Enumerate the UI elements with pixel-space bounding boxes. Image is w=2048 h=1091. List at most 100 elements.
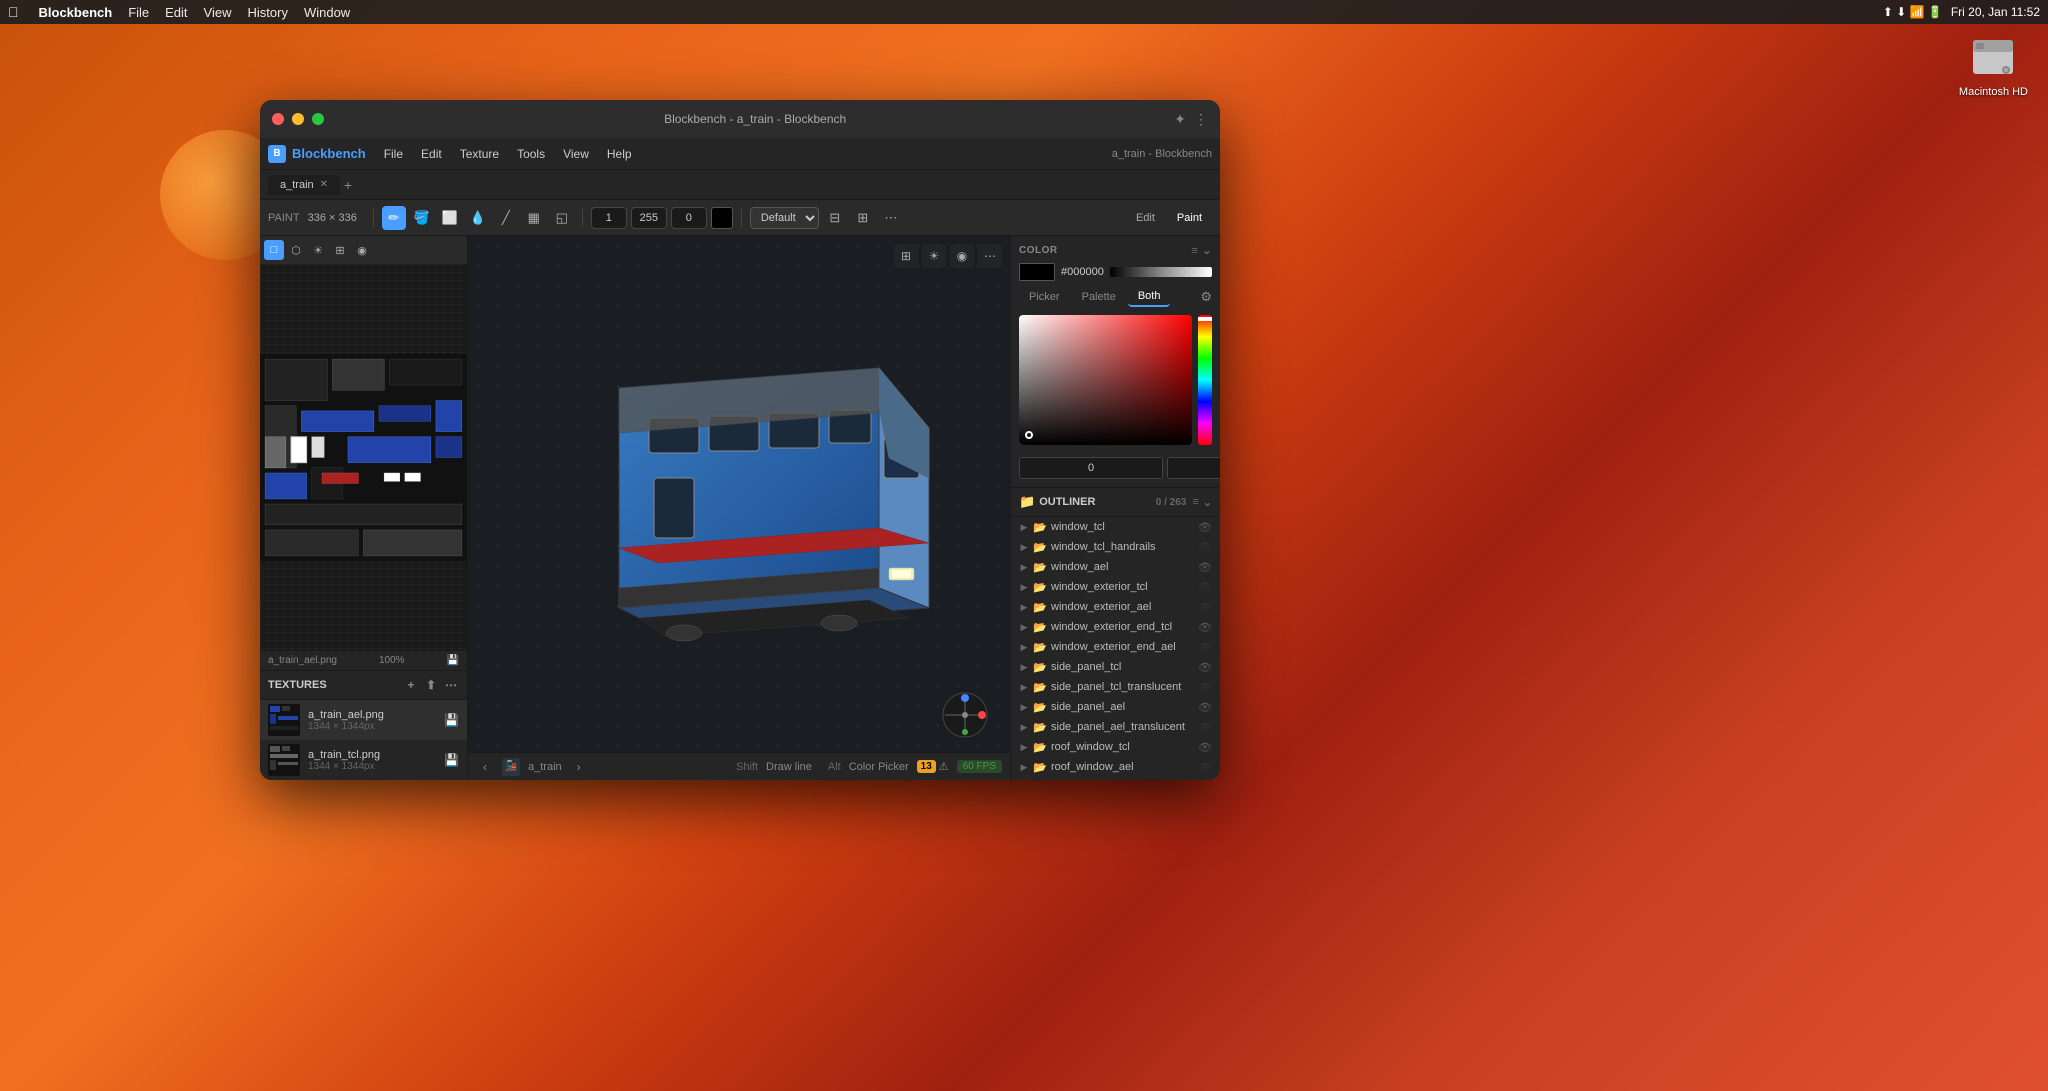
opacity-input[interactable]: 255 xyxy=(631,207,667,229)
texture-save-icon[interactable]: 💾 xyxy=(447,655,459,666)
color-r-input[interactable]: 0 xyxy=(1019,457,1163,479)
texture-item-2[interactable]: a_train_tcl.png 1344 × 1344px 💾 xyxy=(260,740,467,780)
outliner-item-11[interactable]: ▶ 📂 roof_window_tcl 👁 xyxy=(1011,737,1220,757)
tab-paint[interactable]: Paint xyxy=(1167,209,1212,227)
texture-canvas[interactable] xyxy=(260,264,467,651)
viewport-color-btn[interactable]: ◉ xyxy=(950,244,974,268)
expand-icon-12[interactable]: ▶ xyxy=(1019,762,1029,772)
texture-save-2[interactable]: 💾 xyxy=(444,753,459,767)
eye-icon-3[interactable]: 👁 xyxy=(1198,581,1212,594)
menubar-app-name[interactable]: Blockbench xyxy=(39,5,113,20)
outliner-item-4[interactable]: ▶ 📂 window_exterior_ael 👁 xyxy=(1011,597,1220,617)
outliner-item-5[interactable]: ▶ 📂 window_exterior_end_tcl 👁 xyxy=(1011,617,1220,637)
expand-icon-0[interactable]: ▶ xyxy=(1019,522,1029,532)
eye-icon-1[interactable]: 👁 xyxy=(1198,541,1212,554)
outliner-item-9[interactable]: ▶ 📂 side_panel_ael 👁 xyxy=(1011,697,1220,717)
color-expand-icon[interactable]: ⌄ xyxy=(1202,244,1212,257)
fill-tool-btn[interactable]: 🪣 xyxy=(410,206,434,230)
color-mode-btn[interactable]: ◉ xyxy=(352,240,372,260)
tab-a-train[interactable]: a_train ✕ xyxy=(268,175,340,195)
viewport-grid-btn[interactable]: ⊞ xyxy=(894,244,918,268)
color-settings-gear[interactable]: ⚙ xyxy=(1200,289,1212,305)
textures-menu-btn[interactable]: ⋯ xyxy=(443,677,459,693)
3d-viewport[interactable]: ⊞ ☀ ◉ ⋯ xyxy=(468,236,1010,780)
expand-icon-3[interactable]: ▶ xyxy=(1019,582,1029,592)
expand-icon-7[interactable]: ▶ xyxy=(1019,662,1029,672)
tab-edit[interactable]: Edit xyxy=(1126,209,1165,227)
eye-icon-12[interactable]: 👁 xyxy=(1198,761,1212,774)
tab-add-button[interactable]: + xyxy=(344,177,352,193)
select-tool-btn[interactable]: ◱ xyxy=(550,206,574,230)
light-mode-btn[interactable]: ☀ xyxy=(308,240,328,260)
color-menu-icon[interactable]: ≡ xyxy=(1191,245,1198,257)
textures-import-btn[interactable]: ⬆ xyxy=(423,677,439,693)
eye-icon-10[interactable]: 👁 xyxy=(1198,721,1212,734)
outliner-item-3[interactable]: ▶ 📂 window_exterior_tcl 👁 xyxy=(1011,577,1220,597)
eyedropper-tool-btn[interactable]: 💧 xyxy=(466,206,490,230)
outliner-item-2[interactable]: ▶ 📂 window_ael 👁 xyxy=(1011,557,1220,577)
eye-icon-5[interactable]: 👁 xyxy=(1198,621,1212,634)
eye-icon-2[interactable]: 👁 xyxy=(1198,561,1212,574)
outliner-menu-icon[interactable]: ≡ xyxy=(1192,496,1198,509)
both-tab[interactable]: Both xyxy=(1128,287,1171,307)
tab-close-button[interactable]: ✕ xyxy=(320,179,328,190)
apple-menu[interactable]:  xyxy=(8,4,19,20)
viewport-more-btn[interactable]: ⋯ xyxy=(978,244,1002,268)
eye-icon-9[interactable]: 👁 xyxy=(1198,701,1212,714)
grid-mode-btn[interactable]: ⊞ xyxy=(330,240,350,260)
outliner-item-8[interactable]: ▶ 📂 side_panel_tcl_translucent 👁 xyxy=(1011,677,1220,697)
menubar-window[interactable]: Window xyxy=(304,5,350,20)
color-g-input[interactable]: 0 xyxy=(1167,457,1220,479)
minimize-button[interactable] xyxy=(292,113,304,125)
outliner-item-13[interactable]: ▶ 📂 roof_door_tcl 👁 xyxy=(1011,777,1220,780)
expand-icon-11[interactable]: ▶ xyxy=(1019,742,1029,752)
menu-file[interactable]: File xyxy=(376,143,411,165)
expand-icon-2[interactable]: ▶ xyxy=(1019,562,1029,572)
mirror-btn[interactable]: ⊟ xyxy=(823,206,847,230)
menu-edit[interactable]: Edit xyxy=(413,143,450,165)
menu-help[interactable]: Help xyxy=(599,143,640,165)
hdd-desktop-icon[interactable]: Macintosh HD xyxy=(1959,32,2028,98)
outliner-item-12[interactable]: ▶ 📂 roof_window_ael 👁 xyxy=(1011,757,1220,777)
menu-texture[interactable]: Texture xyxy=(452,143,507,165)
grid-btn[interactable]: ⊞ xyxy=(851,206,875,230)
expand-icon-10[interactable]: ▶ xyxy=(1019,722,1029,732)
textures-add-btn[interactable]: + xyxy=(403,677,419,693)
outliner-item-0[interactable]: ▶ 📂 window_tcl 👁 xyxy=(1011,517,1220,537)
expand-icon-5[interactable]: ▶ xyxy=(1019,622,1029,632)
menubar-edit[interactable]: Edit xyxy=(165,5,187,20)
hue-bar[interactable] xyxy=(1198,315,1212,445)
uv-mode-btn[interactable]: □ xyxy=(264,240,284,260)
eye-icon-7[interactable]: 👁 xyxy=(1198,661,1212,674)
pencil-tool-btn[interactable]: ✏ xyxy=(382,206,406,230)
eye-icon-8[interactable]: 👁 xyxy=(1198,681,1212,694)
fullscreen-button[interactable] xyxy=(312,113,324,125)
texture-item-1[interactable]: a_train_ael.png 1344 × 1344px 💾 xyxy=(260,700,467,740)
menubar-file[interactable]: File xyxy=(128,5,149,20)
brush-size-input[interactable]: 1 xyxy=(591,207,627,229)
eye-icon-0[interactable]: 👁 xyxy=(1198,521,1212,534)
expand-icon-6[interactable]: ▶ xyxy=(1019,642,1029,652)
eye-icon-11[interactable]: 👁 xyxy=(1198,741,1212,754)
menu-view[interactable]: View xyxy=(555,143,597,165)
palette-tab[interactable]: Palette xyxy=(1072,288,1126,306)
blend-mode-select[interactable]: Default xyxy=(750,207,819,229)
expand-icon-8[interactable]: ▶ xyxy=(1019,682,1029,692)
picker-tab[interactable]: Picker xyxy=(1019,288,1070,306)
settings-btn[interactable]: ⋯ xyxy=(879,206,903,230)
star-icon[interactable]: ✦ xyxy=(1174,111,1186,128)
menu-icon[interactable]: ⋮ xyxy=(1194,111,1208,128)
expand-icon-4[interactable]: ▶ xyxy=(1019,602,1029,612)
outliner-item-1[interactable]: ▶ 📂 window_tcl_handrails 👁 xyxy=(1011,537,1220,557)
hardness-input[interactable]: 0 xyxy=(671,207,707,229)
outliner-expand-icon[interactable]: ⌄ xyxy=(1203,496,1212,509)
outliner-item-10[interactable]: ▶ 📂 side_panel_ael_translucent 👁 xyxy=(1011,717,1220,737)
menu-tools[interactable]: Tools xyxy=(509,143,553,165)
menubar-history[interactable]: History xyxy=(248,5,288,20)
expand-icon-1[interactable]: ▶ xyxy=(1019,542,1029,552)
line-tool-btn[interactable]: ╱ xyxy=(494,206,518,230)
menubar-view[interactable]: View xyxy=(204,5,232,20)
eye-icon-6[interactable]: 👁 xyxy=(1198,641,1212,654)
color-swatch[interactable] xyxy=(711,207,733,229)
outliner-item-6[interactable]: ▶ 📂 window_exterior_end_ael 👁 xyxy=(1011,637,1220,657)
